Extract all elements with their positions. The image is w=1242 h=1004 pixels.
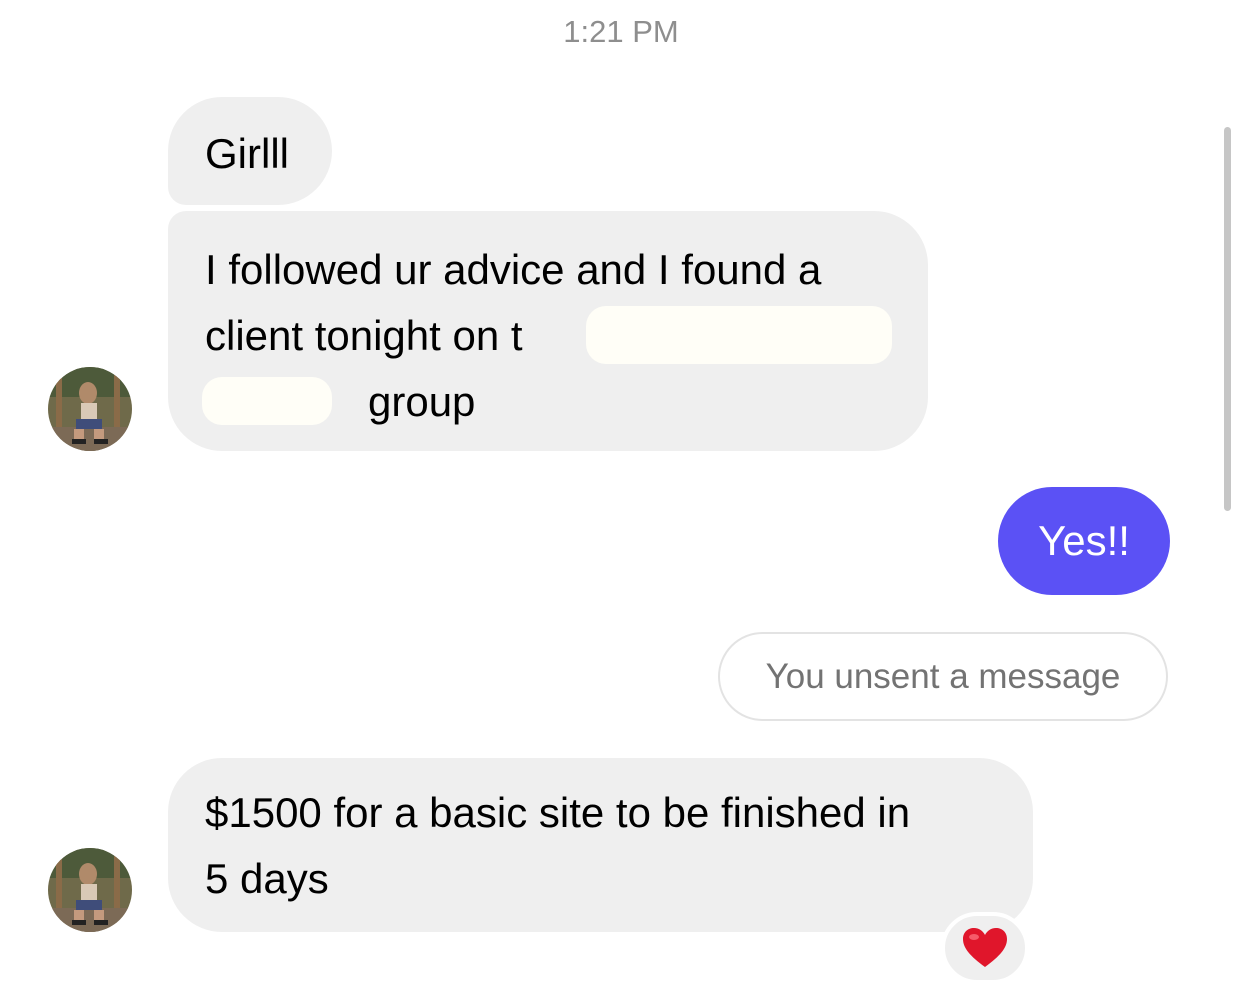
redaction-mark xyxy=(586,306,892,364)
outgoing-message[interactable]: Yes!! xyxy=(998,487,1170,595)
scrollbar[interactable] xyxy=(1224,127,1231,511)
unsent-label: You unsent a message xyxy=(765,657,1121,696)
reaction-badge[interactable] xyxy=(941,912,1029,984)
avatar[interactable] xyxy=(48,848,132,932)
message-text: Girlll xyxy=(205,130,289,177)
message-text: Yes!! xyxy=(1038,517,1130,564)
message-line: $1500 for a basic site to be finished in xyxy=(205,789,911,836)
avatar[interactable] xyxy=(48,367,132,451)
unsent-message-notice: You unsent a message xyxy=(718,632,1168,721)
timestamp: 1:21 PM xyxy=(563,14,679,49)
incoming-message[interactable]: I followed ur advice and I found a clien… xyxy=(168,211,928,451)
avatar-photo xyxy=(48,367,132,451)
avatar-photo xyxy=(48,848,132,932)
heart-icon xyxy=(963,928,1007,967)
message-line: I followed ur advice and I found a xyxy=(205,246,822,293)
incoming-message[interactable]: Girlll xyxy=(168,97,332,205)
redaction-mark xyxy=(202,377,332,425)
incoming-message[interactable]: $1500 for a basic site to be finished in… xyxy=(168,758,1033,932)
message-line: 5 days xyxy=(205,855,329,902)
